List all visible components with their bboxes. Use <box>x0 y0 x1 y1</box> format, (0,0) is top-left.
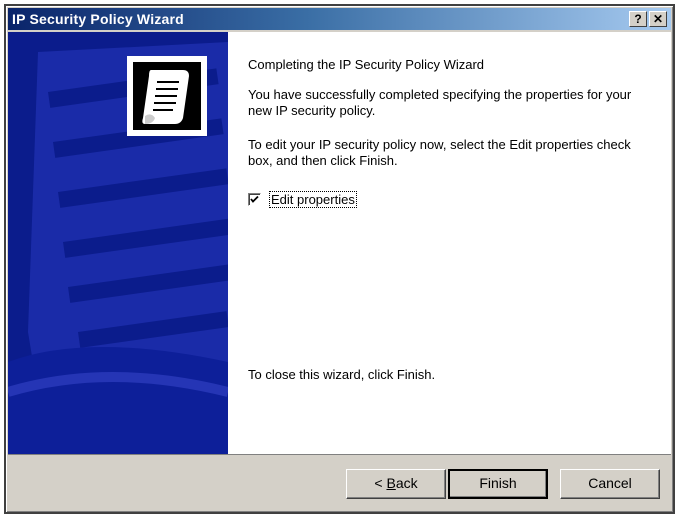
close-instructions-text: To close this wizard, click Finish. <box>248 367 436 382</box>
wizard-banner <box>8 32 228 454</box>
back-button-prefix: < <box>374 475 387 491</box>
checkmark-icon <box>250 195 259 203</box>
wizard-content: Completing the IP Security Policy Wizard… <box>248 32 658 454</box>
scroll-document-icon <box>133 62 201 130</box>
edit-properties-checkbox[interactable] <box>248 193 261 206</box>
finish-button[interactable]: Finish <box>448 469 548 499</box>
title-bar[interactable]: IP Security Policy Wizard ? ✕ <box>8 8 671 30</box>
back-button-rest: ack <box>395 475 418 491</box>
page-heading: Completing the IP Security Policy Wizard <box>248 57 485 72</box>
success-text: You have successfully completed specifyi… <box>248 87 632 118</box>
cancel-button[interactable]: Cancel <box>560 469 660 499</box>
window-title: IP Security Policy Wizard <box>12 11 184 27</box>
finish-button-label: Finish <box>479 475 517 491</box>
help-button[interactable]: ? <box>629 11 647 27</box>
back-button-mnemonic: B <box>386 475 396 491</box>
wizard-client-area: Completing the IP Security Policy Wizard… <box>8 32 671 455</box>
close-button[interactable]: ✕ <box>649 11 667 27</box>
back-button[interactable]: < Back <box>346 469 446 499</box>
wizard-icon-frame <box>127 56 207 136</box>
wizard-window: IP Security Policy Wizard ? ✕ Completing… <box>4 4 675 514</box>
edit-properties-label[interactable]: Edit properties <box>269 191 357 208</box>
edit-instructions-text: To edit your IP security policy now, sel… <box>248 137 631 168</box>
